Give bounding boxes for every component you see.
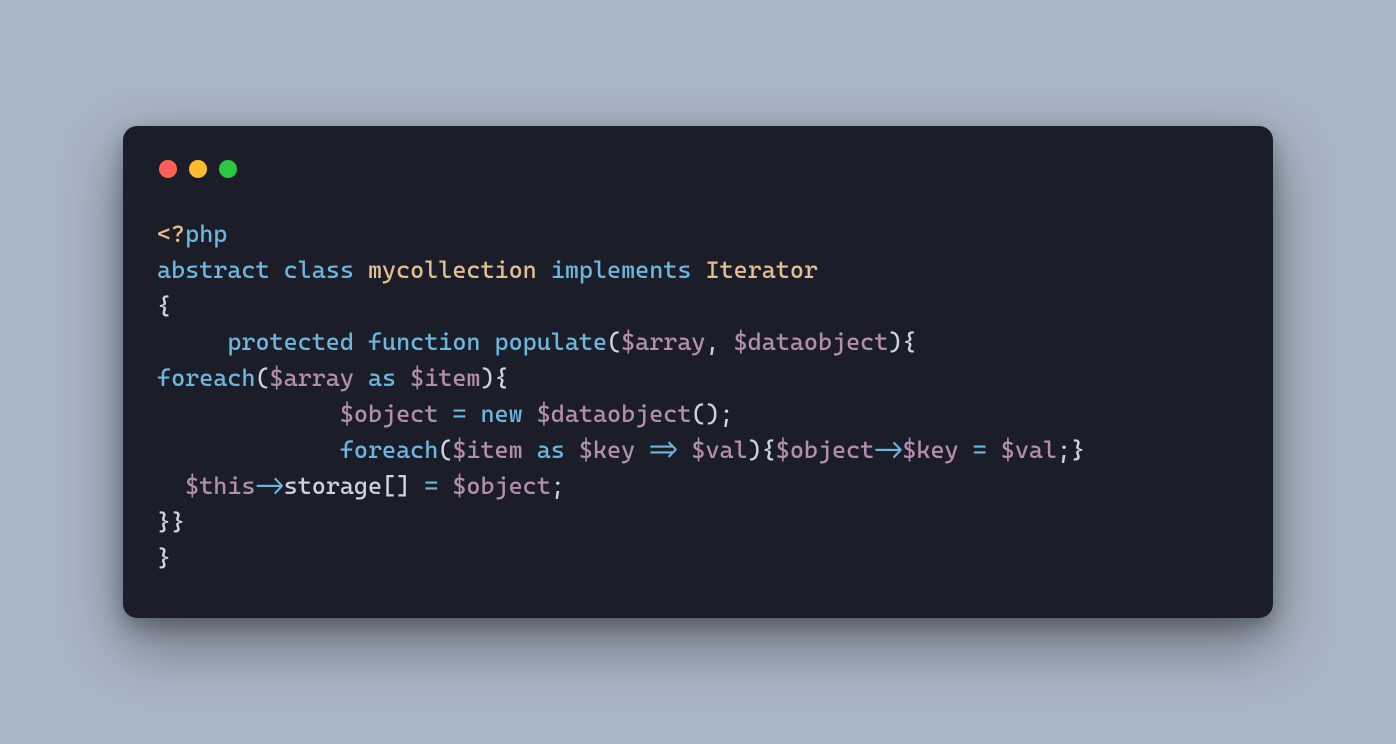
code-token: =	[452, 400, 466, 428]
code-token: ){	[480, 364, 508, 392]
code-token: $dataobject	[537, 400, 692, 428]
code-token	[438, 472, 452, 500]
code-window: <?php abstract class mycollection implem…	[123, 126, 1273, 618]
code-token: storage	[284, 472, 382, 500]
minimize-icon[interactable]	[189, 160, 207, 178]
code-token: =>	[649, 436, 677, 464]
code-token: $array	[270, 364, 354, 392]
code-token: $array	[621, 328, 705, 356]
code-token	[157, 328, 227, 356]
code-token: abstract	[157, 256, 270, 284]
code-token: $object	[452, 472, 550, 500]
code-token	[157, 472, 185, 500]
code-token: ,	[705, 328, 733, 356]
code-token	[959, 436, 973, 464]
code-token	[157, 400, 340, 428]
code-token: class	[284, 256, 354, 284]
code-token: implements	[551, 256, 692, 284]
code-token	[987, 436, 1001, 464]
code-token: []	[382, 472, 424, 500]
code-token: $this	[185, 472, 255, 500]
code-token	[354, 328, 368, 356]
code-token: $val	[691, 436, 747, 464]
code-token: foreach	[157, 364, 255, 392]
code-token	[157, 436, 340, 464]
code-token: $object	[776, 436, 874, 464]
code-token: ->	[255, 472, 283, 500]
code-token	[270, 256, 284, 284]
code-token: (	[607, 328, 621, 356]
code-token: ->	[874, 436, 902, 464]
code-token: function	[368, 328, 481, 356]
code-token: populate	[495, 328, 608, 356]
code-token: <?	[157, 220, 185, 248]
code-token: }	[157, 544, 171, 572]
code-token	[523, 400, 537, 428]
code-token: $key	[902, 436, 958, 464]
code-token: new	[480, 400, 522, 428]
code-token	[565, 436, 579, 464]
code-token: Iterator	[705, 256, 818, 284]
zoom-icon[interactable]	[219, 160, 237, 178]
code-token: as	[368, 364, 396, 392]
code-token	[523, 436, 537, 464]
code-token	[677, 436, 691, 464]
code-token	[354, 256, 368, 284]
code-token	[480, 328, 494, 356]
code-token: as	[537, 436, 565, 464]
code-token: ;	[551, 472, 565, 500]
code-token: $object	[340, 400, 438, 428]
code-token	[438, 400, 452, 428]
code-token: mycollection	[368, 256, 537, 284]
code-token: $val	[1001, 436, 1057, 464]
code-token: ){	[748, 436, 776, 464]
code-token: $key	[579, 436, 635, 464]
code-token	[635, 436, 649, 464]
code-block: <?php abstract class mycollection implem…	[157, 216, 1239, 576]
code-token: =	[973, 436, 987, 464]
code-token: (	[438, 436, 452, 464]
code-token: foreach	[340, 436, 438, 464]
code-token	[396, 364, 410, 392]
close-icon[interactable]	[159, 160, 177, 178]
code-token: $item	[410, 364, 480, 392]
code-token: ){	[888, 328, 916, 356]
code-token: }}	[157, 508, 185, 536]
code-token	[537, 256, 551, 284]
code-token: protected	[227, 328, 354, 356]
code-token: $dataobject	[734, 328, 889, 356]
code-token: ;}	[1057, 436, 1085, 464]
code-token	[691, 256, 705, 284]
code-token	[466, 400, 480, 428]
code-token: $item	[452, 436, 522, 464]
code-token	[354, 364, 368, 392]
window-controls	[159, 160, 1239, 178]
code-token: (	[255, 364, 269, 392]
code-token: ();	[691, 400, 733, 428]
code-token: =	[424, 472, 438, 500]
code-token: php	[185, 220, 227, 248]
code-token: {	[157, 292, 171, 320]
